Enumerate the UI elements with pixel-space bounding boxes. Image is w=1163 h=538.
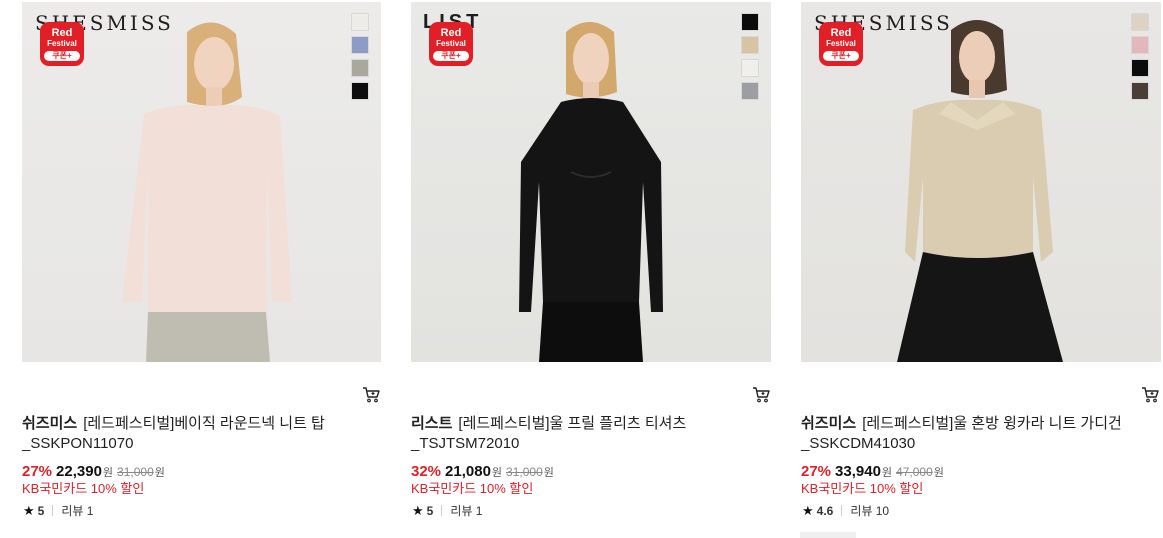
- color-swatches: [741, 13, 759, 105]
- review-count[interactable]: 리뷰 1: [61, 504, 93, 518]
- review-count[interactable]: 리뷰 1: [450, 504, 482, 518]
- badge-line-2: Festival: [826, 39, 856, 48]
- price-line: 27% 33,940원 47,000원: [801, 462, 944, 482]
- sale-price: 21,080: [445, 463, 491, 480]
- badge-line-2: Festival: [436, 39, 466, 48]
- product-card[interactable]: LIST Red Festival 쿠폰+ 리스트 [레드페스티벌]울 프릴 플리…: [410, 0, 772, 538]
- card-discount-promo: KB국민카드 10% 할인: [801, 481, 924, 496]
- original-price: 47,000: [896, 465, 933, 479]
- price-line: 27% 22,390원 31,000원: [22, 462, 165, 482]
- color-swatch[interactable]: [1131, 82, 1149, 100]
- product-code: _SSKCDM41030: [801, 435, 916, 452]
- currency-unit: 원: [933, 467, 944, 479]
- badge-coupon: 쿠폰+: [44, 51, 80, 61]
- brand-name: 쉬즈미스: [22, 415, 78, 432]
- color-swatches: [1131, 13, 1149, 105]
- color-swatch[interactable]: [351, 36, 369, 54]
- cart-icon[interactable]: [362, 386, 380, 404]
- color-swatch[interactable]: [741, 82, 759, 100]
- product-image[interactable]: SHESMISS Red Festival 쿠폰+: [22, 2, 381, 362]
- rating-value: 4.6: [816, 504, 834, 518]
- brand-name: 리스트: [411, 415, 453, 432]
- product-title[interactable]: 쉬즈미스 [레드페스티벌]베이직 라운드넥 니트 탑 _SSKPON11070: [22, 414, 382, 454]
- badge-line-2: Festival: [47, 39, 77, 48]
- divider: [441, 505, 443, 516]
- badge-coupon: 쿠폰+: [433, 51, 469, 61]
- divider: [841, 505, 843, 516]
- price-line: 32% 21,080원 31,000원: [411, 462, 554, 482]
- badge-line-1: Red: [440, 27, 462, 39]
- review-count[interactable]: 리뷰 10: [850, 504, 889, 518]
- cart-icon[interactable]: [1141, 386, 1159, 404]
- sale-price: 22,390: [56, 463, 102, 480]
- rating-value: 5: [426, 504, 434, 518]
- color-swatch[interactable]: [741, 59, 759, 77]
- currency-unit: 원: [491, 467, 503, 479]
- sale-price: 33,940: [835, 463, 881, 480]
- cart-icon[interactable]: [752, 386, 770, 404]
- product-card[interactable]: SHESMISS Red Festival 쿠폰+ 쉬즈미스 [레드페스티벌]울 …: [800, 0, 1162, 538]
- star-icon: ★: [802, 503, 814, 518]
- card-discount-promo: KB국민카드 10% 할인: [22, 481, 145, 496]
- red-festival-badge: Red Festival 쿠폰+: [819, 22, 863, 66]
- currency-unit: 원: [154, 467, 165, 479]
- color-swatch[interactable]: [741, 36, 759, 54]
- color-swatch[interactable]: [741, 13, 759, 31]
- currency-unit: 원: [543, 467, 554, 479]
- rating-line: ★ 5 리뷰 1: [412, 503, 482, 519]
- rating-value: 5: [37, 504, 45, 518]
- option-chip[interactable]: [800, 532, 856, 538]
- product-name: [레드페스티벌]울 프릴 플리츠 티셔츠: [458, 415, 687, 432]
- color-swatch[interactable]: [351, 82, 369, 100]
- product-image[interactable]: SHESMISS Red Festival 쿠폰+: [801, 2, 1161, 362]
- product-image[interactable]: LIST Red Festival 쿠폰+: [411, 2, 771, 362]
- product-title[interactable]: 쉬즈미스 [레드페스티벌]울 혼방 윙카라 니트 가디건 _SSKCDM41030: [801, 414, 1161, 454]
- card-discount-promo: KB국민카드 10% 할인: [411, 481, 534, 496]
- star-icon: ★: [23, 503, 35, 518]
- color-swatch[interactable]: [351, 59, 369, 77]
- rating-line: ★ 5 리뷰 1: [23, 503, 93, 519]
- discount-rate: 27%: [22, 463, 53, 480]
- discount-rate: 32%: [411, 463, 442, 480]
- color-swatches: [351, 13, 369, 105]
- badge-coupon: 쿠폰+: [823, 51, 859, 61]
- badge-line-1: Red: [830, 27, 852, 39]
- original-price: 31,000: [506, 465, 543, 479]
- discount-rate: 27%: [801, 463, 832, 480]
- currency-unit: 원: [102, 467, 114, 479]
- badge-line-1: Red: [51, 27, 73, 39]
- star-icon: ★: [412, 503, 424, 518]
- color-swatch[interactable]: [1131, 59, 1149, 77]
- product-name: [레드페스티벌]베이직 라운드넥 니트 탑: [83, 415, 325, 432]
- currency-unit: 원: [881, 467, 893, 479]
- red-festival-badge: Red Festival 쿠폰+: [40, 22, 84, 66]
- color-swatch[interactable]: [1131, 36, 1149, 54]
- original-price: 31,000: [117, 465, 154, 479]
- color-swatch[interactable]: [1131, 13, 1149, 31]
- product-name: [레드페스티벌]울 혼방 윙카라 니트 가디건: [862, 415, 1122, 432]
- product-code: _TSJTSM72010: [411, 435, 520, 452]
- red-festival-badge: Red Festival 쿠폰+: [429, 22, 473, 66]
- divider: [52, 505, 54, 516]
- color-swatch[interactable]: [351, 13, 369, 31]
- product-grid: SHESMISS Red Festival 쿠폰+ 쉬즈미스 [레드페스티벌]베이…: [0, 0, 1163, 538]
- product-title[interactable]: 리스트 [레드페스티벌]울 프릴 플리츠 티셔츠 _TSJTSM72010: [411, 414, 771, 454]
- rating-line: ★ 4.6 리뷰 10: [802, 503, 889, 519]
- brand-name: 쉬즈미스: [801, 415, 857, 432]
- product-code: _SSKPON11070: [22, 435, 134, 452]
- product-card[interactable]: SHESMISS Red Festival 쿠폰+ 쉬즈미스 [레드페스티벌]베이…: [20, 0, 382, 538]
